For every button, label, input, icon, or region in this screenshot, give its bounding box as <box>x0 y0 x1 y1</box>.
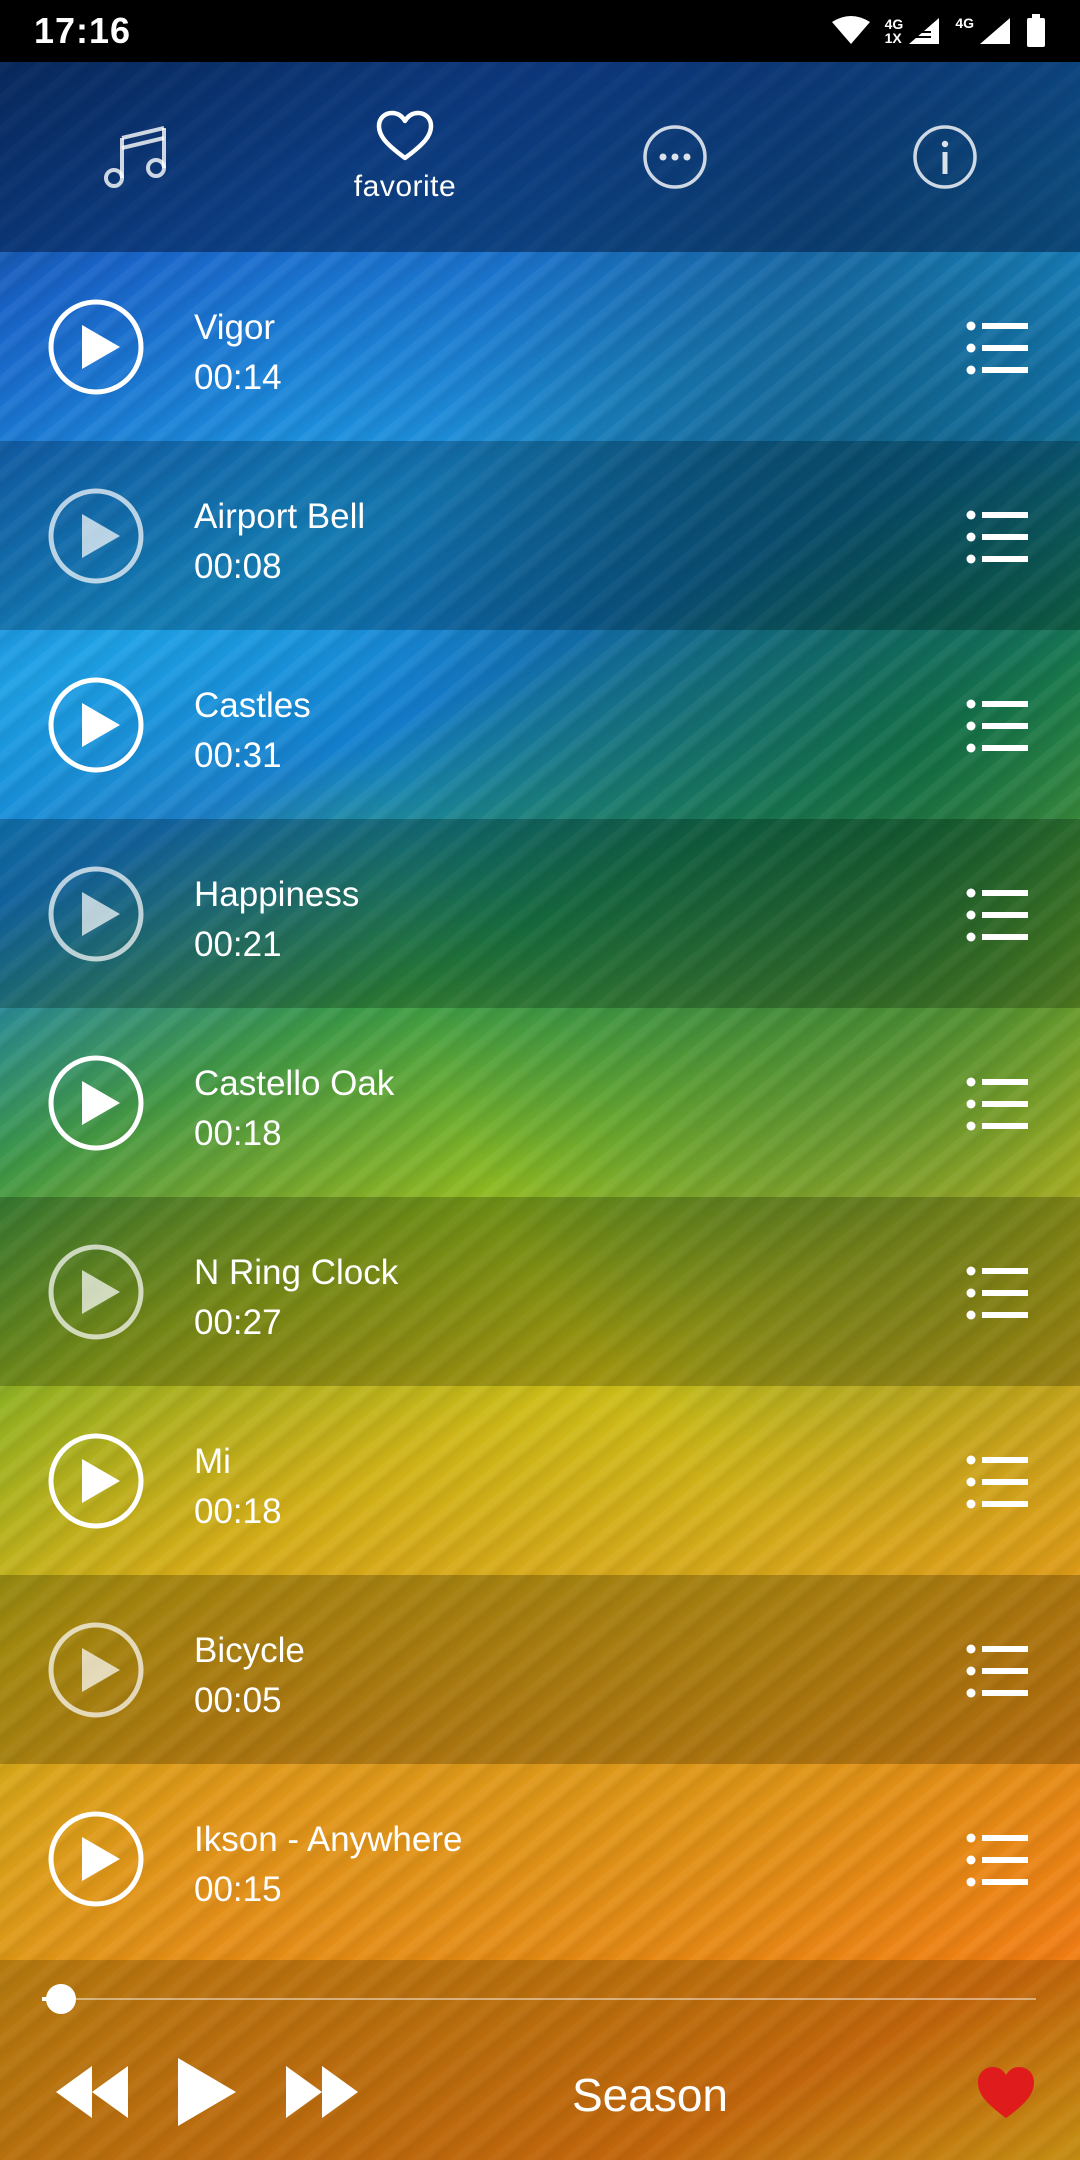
heart-icon <box>376 110 434 161</box>
list-menu-icon[interactable] <box>966 1643 1028 1699</box>
status-icons: 4G 1X 4G <box>831 14 1046 48</box>
play-icon[interactable] <box>48 1811 144 1907</box>
track-duration: 00:31 <box>194 736 282 775</box>
top-navigation: favorite <box>0 62 1080 252</box>
nav-info[interactable] <box>810 62 1080 252</box>
play-icon[interactable] <box>48 1244 144 1340</box>
track-duration: 00:18 <box>194 1114 282 1153</box>
list-item[interactable]: Bicycle 00:05 <box>0 1575 1080 1764</box>
play-icon[interactable] <box>48 1055 144 1151</box>
wifi-icon <box>831 16 870 44</box>
track-texts: Vigor 00:14 <box>194 306 282 400</box>
play-icon[interactable] <box>48 1433 144 1529</box>
more-icon <box>643 125 707 189</box>
status-time: 17:16 <box>34 10 132 51</box>
network-1-sub-label: 1X <box>884 30 902 46</box>
list-menu-icon[interactable] <box>966 1454 1028 1510</box>
list-item[interactable]: Vigor 00:14 <box>0 252 1080 441</box>
nav-favorite-label: favorite <box>353 170 457 203</box>
nav-music[interactable] <box>0 62 270 252</box>
play-icon[interactable] <box>48 866 144 962</box>
network-1-label: 4G <box>884 16 904 32</box>
track-texts: Bicycle 00:05 <box>194 1629 305 1723</box>
track-duration: 00:21 <box>194 925 282 964</box>
track-title: Castles <box>194 686 311 725</box>
battery-icon <box>1027 14 1045 47</box>
track-title: Bicycle <box>194 1631 305 1670</box>
network-2-label: 4G <box>955 15 974 31</box>
track-title: Mi <box>194 1442 231 1481</box>
list-item[interactable]: Castello Oak 00:18 <box>0 1008 1080 1197</box>
now-playing-title: Season <box>571 2069 728 2121</box>
track-texts: Airport Bell 00:08 <box>194 495 365 589</box>
list-menu-icon[interactable] <box>966 320 1028 376</box>
list-menu-icon[interactable] <box>966 1265 1028 1321</box>
track-texts: Happiness 00:21 <box>194 873 359 967</box>
signal-icon <box>980 18 1010 44</box>
nav-more[interactable] <box>540 62 810 252</box>
rewind-icon[interactable] <box>54 2064 130 2120</box>
seek-handle[interactable] <box>46 1984 76 2014</box>
music-note-icon <box>104 126 166 188</box>
list-item[interactable]: N Ring Clock 00:27 <box>0 1197 1080 1386</box>
list-menu-icon[interactable] <box>966 698 1028 754</box>
list-item[interactable]: Castles 00:31 <box>0 630 1080 819</box>
track-duration: 00:15 <box>194 1870 282 1909</box>
track-texts: Ikson - Anywhere 00:15 <box>194 1818 462 1912</box>
list-item[interactable]: Happiness 00:21 <box>0 819 1080 1008</box>
track-texts: N Ring Clock 00:27 <box>194 1251 398 1345</box>
track-title: Castello Oak <box>194 1064 395 1103</box>
track-title: Happiness <box>194 875 360 914</box>
nav-favorite[interactable]: favorite <box>270 62 540 252</box>
fast-forward-icon[interactable] <box>284 2064 360 2120</box>
info-icon <box>913 125 977 189</box>
track-list: Vigor 00:14 Airport Bell 00:08 Castles 0… <box>0 252 1080 1953</box>
network-1-labels: 4G 1X <box>885 17 904 45</box>
signal-icon <box>909 18 940 44</box>
track-title: Airport Bell <box>194 497 366 536</box>
track-duration: 00:27 <box>194 1303 282 1342</box>
track-texts: Mi 00:18 <box>194 1440 282 1534</box>
list-menu-icon[interactable] <box>966 1832 1028 1888</box>
status-bar: 17:16 4G 1X 4G <box>0 0 1080 62</box>
heart-icon[interactable] <box>976 2066 1036 2120</box>
track-texts: Castles 00:31 <box>194 684 311 778</box>
list-menu-icon[interactable] <box>966 509 1028 565</box>
list-menu-icon[interactable] <box>966 1076 1028 1132</box>
track-texts: Castello Oak 00:18 <box>194 1062 394 1156</box>
player-bar <box>0 1960 1080 2160</box>
track-duration: 00:08 <box>194 547 282 586</box>
track-duration: 00:05 <box>194 1681 282 1720</box>
play-icon[interactable] <box>48 677 144 773</box>
track-duration: 00:14 <box>194 358 282 397</box>
list-item[interactable]: Mi 00:18 <box>0 1386 1080 1575</box>
seek-track[interactable] <box>46 1998 1036 2000</box>
play-icon[interactable] <box>174 2054 240 2130</box>
track-title: Vigor <box>194 308 276 347</box>
play-icon[interactable] <box>48 299 144 395</box>
play-icon[interactable] <box>48 488 144 584</box>
list-menu-icon[interactable] <box>966 887 1028 943</box>
track-title: N Ring Clock <box>194 1253 399 1292</box>
track-title: Ikson - Anywhere <box>194 1820 463 1859</box>
list-item[interactable]: Ikson - Anywhere 00:15 <box>0 1764 1080 1953</box>
track-duration: 00:18 <box>194 1492 282 1531</box>
list-item[interactable]: Airport Bell 00:08 <box>0 441 1080 630</box>
play-icon[interactable] <box>48 1622 144 1718</box>
